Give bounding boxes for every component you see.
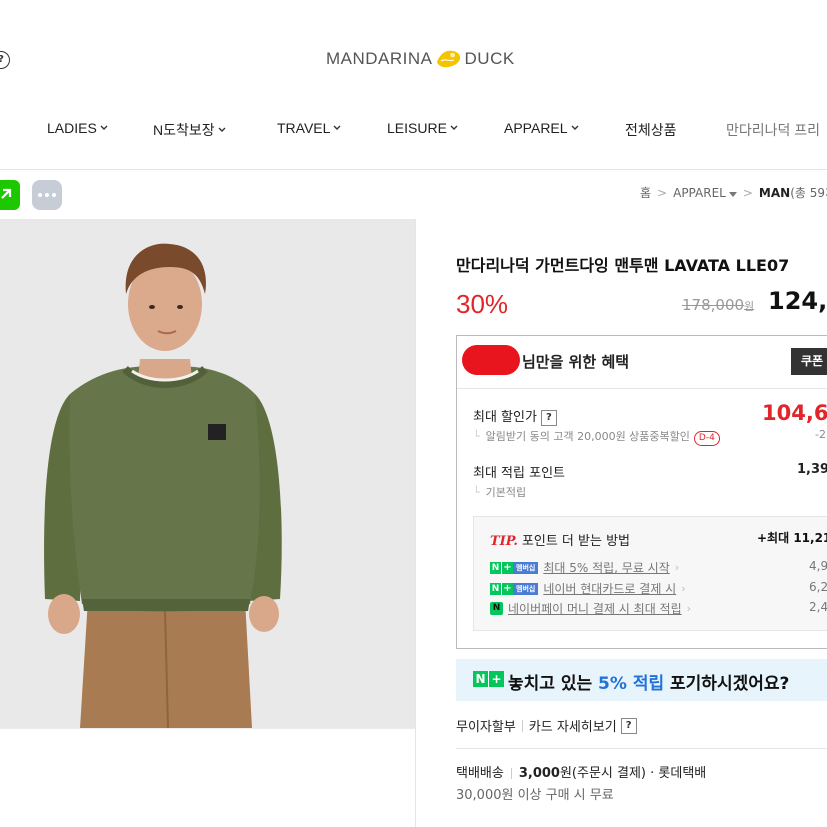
dot-icon [52, 193, 56, 197]
benefit-divider [457, 388, 827, 389]
naver-plus-icon: N + [473, 671, 504, 687]
max-discount-sub: └ 알림받기 동의 고객 20,000원 상품중복할인 D-4 [473, 428, 720, 446]
original-price: 178,000원 [682, 296, 755, 314]
coupon-button[interactable]: 쿠폰 [791, 348, 827, 375]
tip-row-value: 4,9 [809, 559, 827, 573]
nav-item-travel[interactable]: TRAVEL [277, 120, 341, 136]
main-nav: LADIES N도착보장 TRAVEL LEISURE APPAREL 전체상품… [0, 120, 827, 146]
sale-price: 124,6 [768, 287, 827, 315]
logo-text-left: MANDARINA [326, 49, 433, 68]
naver-plus-membership-badge: N + 멤버십 [490, 561, 539, 574]
nav-item-leisure[interactable]: LEISURE [387, 120, 458, 136]
help-icon[interactable]: ? [620, 717, 637, 734]
points-label: 최대 적립 포인트 [473, 466, 565, 481]
breadcrumb-sep: > [657, 185, 668, 200]
help-icon[interactable]: ? [0, 51, 10, 69]
max-discount-value: 104,60 [762, 401, 827, 425]
max-discount-label: 최대 할인가? [473, 406, 557, 426]
d-day-badge: D-4 [693, 431, 720, 446]
chevron-right-icon: › [681, 582, 686, 595]
section-divider [456, 748, 827, 749]
free-shipping-condition: 30,000원 이상 구매 시 무료 [456, 788, 614, 803]
installment-link[interactable]: 무이자할부 [456, 716, 516, 735]
chevron-down-icon [218, 127, 226, 132]
nav-item-apparel[interactable]: APPAREL [504, 120, 579, 136]
chevron-down-icon [571, 125, 579, 130]
model-photo [0, 219, 416, 728]
nav-item-ladies[interactable]: LADIES [47, 120, 108, 136]
breadcrumb-category[interactable]: APPAREL [673, 186, 737, 200]
points-value: 1,39 [797, 462, 827, 477]
duck-logo-icon [436, 50, 460, 68]
nav-item-n-delivery[interactable]: N도착보장 [153, 120, 226, 140]
photo-divider [0, 728, 416, 729]
product-image[interactable] [0, 219, 416, 728]
logo-text-right: DUCK [464, 49, 515, 68]
tip-total: +최대 11,21 [757, 531, 827, 545]
product-name: 만다리나덕 가먼트다잉 맨투맨 LAVATA LLE07 [456, 256, 790, 275]
naver-pay-icon: N [490, 602, 503, 615]
chevron-right-icon: › [674, 561, 680, 574]
link-separator [521, 719, 523, 732]
nav-divider [0, 169, 827, 170]
breadcrumb-current[interactable]: MAN(총 59개 [759, 184, 827, 201]
max-discount-sub-value: -2 [815, 428, 826, 441]
redacted-username [462, 345, 520, 375]
breadcrumb-home[interactable]: 홈 [640, 184, 651, 201]
naver-share-icon [1, 188, 12, 199]
tip-row-card[interactable]: N + 멤버십 네이버 현대카드로 결제 시 › [490, 580, 686, 597]
chevron-down-icon [333, 125, 341, 130]
brand-logo[interactable]: MANDARINA DUCK [326, 44, 515, 74]
nav-item-all-products[interactable]: 전체상품 [625, 120, 677, 140]
dot-icon [45, 193, 49, 197]
tip-row-value: 6,2 [809, 580, 827, 594]
share-naver-button[interactable] [0, 180, 20, 210]
more-options-button[interactable] [32, 180, 62, 210]
payment-links: 무이자할부 카드 자세히보기 ? [456, 716, 637, 735]
card-detail-link[interactable]: 카드 자세히보기 [529, 716, 617, 735]
tip-row-pay-money[interactable]: N 네이버페이 머니 결제 시 최대 적립 › [490, 600, 691, 617]
dot-icon [38, 193, 42, 197]
tip-row-value: 2,4 [809, 600, 827, 614]
discount-rate: 30% [456, 289, 509, 319]
benefit-title: 님만을 위한 혜택 [522, 353, 630, 371]
breadcrumb-sep: > [742, 185, 753, 200]
column-divider [415, 219, 416, 827]
tip-row-membership[interactable]: N + 멤버십 최대 5% 적립, 무료 시작 › [490, 559, 679, 576]
nav-item-free[interactable]: 만다리나덕 프리 [726, 120, 820, 140]
help-icon[interactable]: ? [540, 409, 557, 426]
points-sub: └ 기본적립 [473, 486, 527, 499]
chevron-right-icon: › [686, 602, 692, 615]
chevron-down-icon [450, 125, 458, 130]
tip-title: TIP. 포인트 더 받는 방법 [490, 534, 630, 549]
naver-plus-membership-badge: N + 멤버십 [490, 582, 539, 595]
breadcrumb: 홈 > APPAREL > MAN(총 59개 [640, 184, 827, 201]
shipping-info: 택배배송 3,000원(주문시 결제) · 롯데택배 [456, 766, 707, 781]
chevron-down-icon [100, 125, 108, 130]
caret-down-icon [728, 191, 737, 197]
banner-text: 놓치고 있는 5% 적립 포기하시겠어요? [508, 674, 790, 694]
